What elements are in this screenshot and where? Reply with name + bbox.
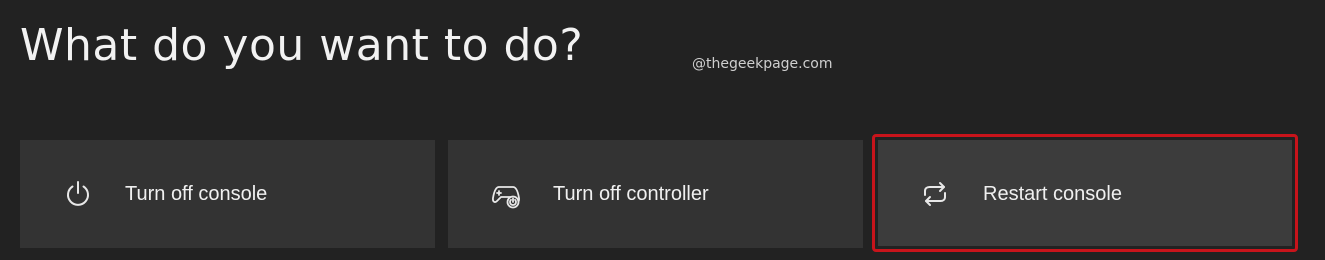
option-label: Turn off controller [553,183,709,205]
power-icon [62,178,94,210]
watermark-text: @thegeekpage.com [692,56,833,72]
turn-off-controller-button[interactable]: Turn off controller [448,140,863,248]
option-label: Turn off console [125,183,268,205]
restart-icon [919,178,951,210]
controller-power-icon [490,178,522,210]
restart-console-button[interactable]: Restart console [872,134,1298,252]
option-label: Restart console [983,183,1122,205]
page-title: What do you want to do? [20,20,584,71]
power-menu-screen: What do you want to do? @thegeekpage.com… [0,0,1325,260]
turn-off-console-button[interactable]: Turn off console [20,140,435,248]
